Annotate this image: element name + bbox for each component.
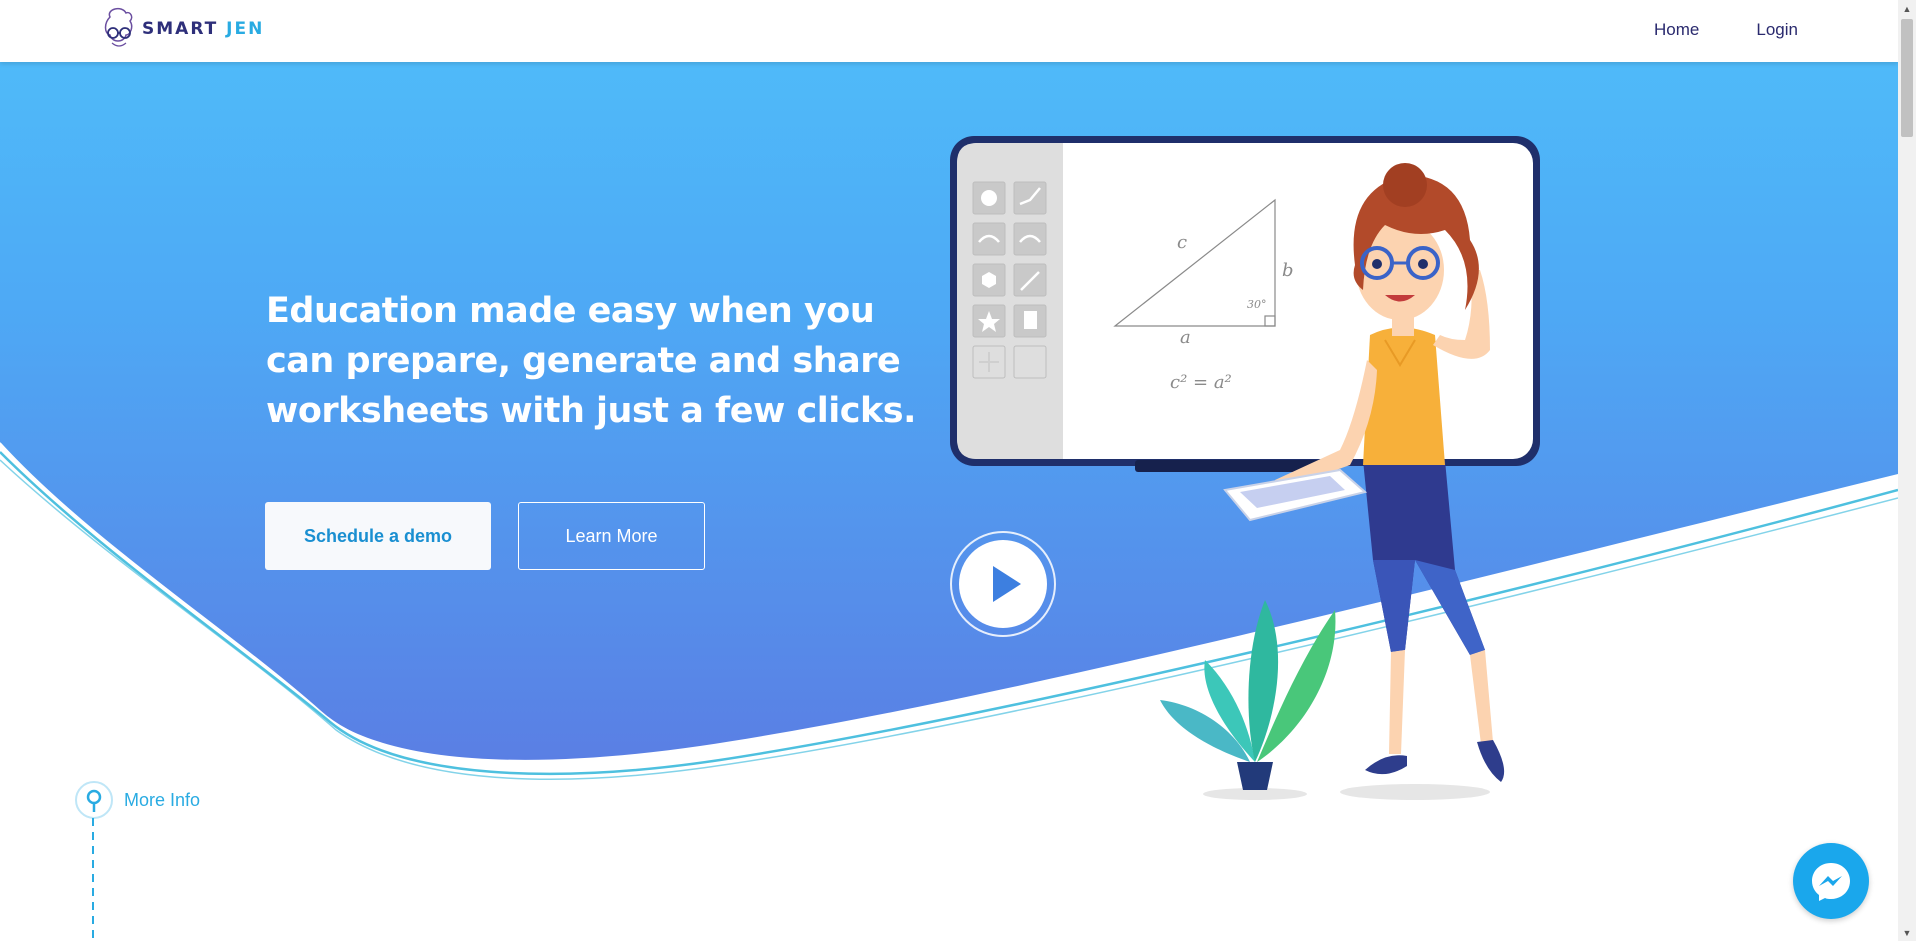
learn-more-button[interactable]: Learn More [518,502,705,570]
svg-text:30°: 30° [1247,298,1267,311]
more-info-label: More Info [124,789,201,810]
messenger-icon [1812,863,1850,901]
svg-text:c² = a²: c² = a² [1170,372,1232,393]
nav-login-link[interactable]: Login [1756,20,1798,40]
schedule-demo-button[interactable]: Schedule a demo [265,502,491,570]
logo-smart: SMART [142,19,219,39]
site-header: SMART JEN Home Login [0,0,1898,62]
svg-text:a: a [1180,327,1191,348]
hero-headline: Education made easy when you can prepare… [266,291,916,431]
logo-icon [104,7,133,47]
plant-illustration [1160,600,1336,800]
pin-icon [75,781,113,819]
page-scrollbar[interactable]: ▲ ▼ [1898,0,1916,941]
logo[interactable]: SMART JEN [100,4,264,54]
nav-home-link[interactable]: Home [1654,20,1699,40]
logo-jen: JEN [226,19,265,39]
more-info-link[interactable]: More Info [74,780,200,820]
main-nav: Home Login [1654,20,1798,40]
svg-text:c: c [1177,232,1187,253]
whiteboard-illustration: c b a 30° c² = a² [950,136,1540,466]
scroll-down-arrow-icon[interactable]: ▼ [1898,924,1916,941]
scrollbar-thumb[interactable] [1901,19,1913,137]
play-video-button[interactable] [949,530,1057,638]
svg-text:b: b [1282,260,1294,281]
scroll-up-arrow-icon[interactable]: ▲ [1898,0,1916,17]
logo-text: SMART JEN [142,19,264,39]
timeline-dashed-line [92,818,94,941]
teacher-illustration: c b a 30° c² = a² [950,136,1540,800]
messenger-chat-button[interactable] [1793,843,1869,919]
